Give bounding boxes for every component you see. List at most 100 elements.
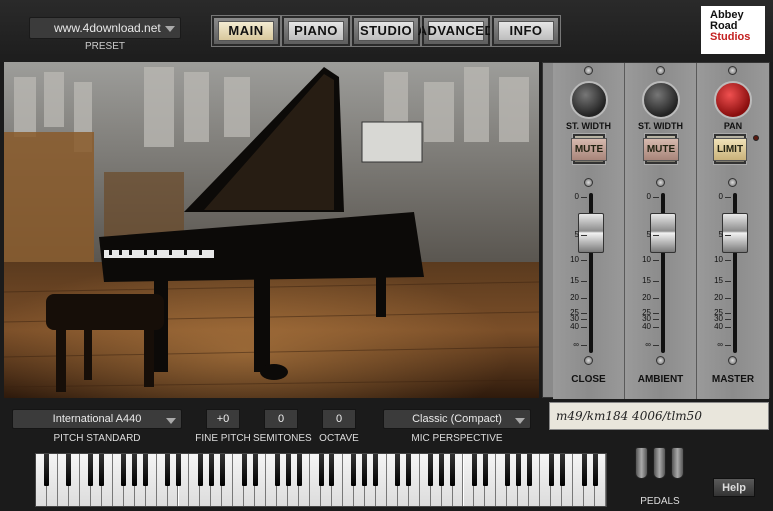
fader-scale-tick bbox=[653, 345, 659, 346]
fader-scale-tick bbox=[725, 345, 731, 346]
fader-scale-label: 40 bbox=[714, 322, 723, 331]
soft-pedal-icon[interactable] bbox=[635, 447, 648, 479]
fader-scale-tick bbox=[581, 298, 587, 299]
fader-close[interactable] bbox=[578, 213, 604, 253]
tab-studio-label: STUDIO bbox=[357, 20, 415, 42]
black-key[interactable] bbox=[351, 454, 357, 486]
black-key[interactable] bbox=[482, 454, 488, 486]
tab-piano[interactable]: PIANO bbox=[281, 15, 351, 47]
black-key[interactable] bbox=[285, 454, 291, 486]
preset-value: www.4download.net bbox=[54, 21, 161, 35]
mute-button-label: MUTE bbox=[570, 137, 608, 161]
black-key[interactable] bbox=[44, 454, 50, 486]
black-key[interactable] bbox=[439, 454, 445, 486]
help-button[interactable]: Help bbox=[713, 478, 755, 497]
black-key[interactable] bbox=[252, 454, 258, 486]
fader-scale-tick bbox=[581, 319, 587, 320]
black-key[interactable] bbox=[362, 454, 368, 486]
tab-info[interactable]: INFO bbox=[491, 15, 561, 47]
fine-pitch-field[interactable]: +0 bbox=[206, 409, 240, 429]
stereo-width-knob-close[interactable] bbox=[570, 81, 608, 119]
channel-name-master: MASTER bbox=[711, 374, 755, 385]
black-key[interactable] bbox=[121, 454, 127, 486]
fader-master[interactable] bbox=[722, 213, 748, 253]
black-key[interactable] bbox=[428, 454, 434, 486]
pitch-standard-value: International A440 bbox=[52, 413, 142, 425]
piano-keyboard[interactable] bbox=[35, 453, 607, 507]
screw-icon bbox=[656, 356, 665, 365]
stereo-width-knob-ambient[interactable] bbox=[642, 81, 680, 119]
semitones-field[interactable]: 0 bbox=[264, 409, 298, 429]
tab-advanced[interactable]: ADVANCED bbox=[418, 15, 494, 47]
mixer-panel: ST. WIDTH MUTE CLOSE ST. WIDTH MUTE AMBI… bbox=[542, 62, 770, 399]
black-key[interactable] bbox=[197, 454, 203, 486]
black-key[interactable] bbox=[581, 454, 587, 486]
black-key[interactable] bbox=[515, 454, 521, 486]
black-key[interactable] bbox=[548, 454, 554, 486]
tab-studio[interactable]: STUDIO bbox=[351, 15, 421, 47]
black-key[interactable] bbox=[406, 454, 412, 486]
black-key[interactable] bbox=[373, 454, 379, 486]
sostenuto-pedal-icon[interactable] bbox=[653, 447, 666, 479]
black-key[interactable] bbox=[559, 454, 565, 486]
black-key[interactable] bbox=[592, 454, 598, 486]
black-key[interactable] bbox=[274, 454, 280, 486]
black-key[interactable] bbox=[132, 454, 138, 486]
black-key[interactable] bbox=[395, 454, 401, 486]
fader-scale-label: 15 bbox=[642, 276, 651, 285]
black-key[interactable] bbox=[88, 454, 94, 486]
mic-perspective-label: MIC PERSPECTIVE bbox=[411, 433, 503, 444]
black-key[interactable] bbox=[504, 454, 510, 486]
knob-label: ST. WIDTH bbox=[566, 121, 611, 131]
fader-scale-tick bbox=[581, 197, 587, 198]
black-key[interactable] bbox=[66, 454, 72, 486]
fader-scale-tick bbox=[725, 319, 731, 320]
black-key[interactable] bbox=[318, 454, 324, 486]
black-key[interactable] bbox=[208, 454, 214, 486]
abbey-road-logo: Abbey Road Studios bbox=[701, 6, 765, 54]
sustain-pedal-icon[interactable] bbox=[671, 447, 684, 479]
mute-button-close[interactable]: MUTE bbox=[570, 134, 608, 164]
black-key[interactable] bbox=[450, 454, 456, 486]
preset-dropdown[interactable]: www.4download.net bbox=[29, 17, 181, 39]
screw-icon bbox=[584, 178, 593, 187]
octave-field[interactable]: 0 bbox=[322, 409, 356, 429]
fader-scale-label: 10 bbox=[642, 255, 651, 264]
fader-ambient[interactable] bbox=[650, 213, 676, 253]
fader-scale-tick bbox=[725, 281, 731, 282]
pitch-standard-dropdown[interactable]: International A440 bbox=[12, 409, 182, 429]
fader-scale-tick bbox=[581, 345, 587, 346]
pitch-standard-label: PITCH STANDARD bbox=[53, 433, 141, 444]
channel-name-close: CLOSE bbox=[571, 374, 606, 385]
fader-scale-tick bbox=[725, 298, 731, 299]
fader-scale-tick bbox=[581, 260, 587, 261]
mute-button-ambient[interactable]: MUTE bbox=[642, 134, 680, 164]
fader-scale-tick bbox=[725, 197, 731, 198]
black-key[interactable] bbox=[329, 454, 335, 486]
black-key[interactable] bbox=[241, 454, 247, 486]
limit-button-label: LIMIT bbox=[712, 137, 748, 161]
screw-icon bbox=[584, 66, 593, 75]
black-key[interactable] bbox=[296, 454, 302, 486]
fader-scale-label: 10 bbox=[714, 255, 723, 264]
fader-scale-label: ∞ bbox=[573, 340, 579, 349]
mic-perspective-dropdown[interactable]: Classic (Compact) bbox=[383, 409, 531, 429]
fader-scale-tick bbox=[653, 281, 659, 282]
fader-scale-label: 0 bbox=[646, 192, 651, 201]
black-key[interactable] bbox=[219, 454, 225, 486]
preset-label: PRESET bbox=[84, 41, 125, 52]
limit-button[interactable]: LIMIT bbox=[712, 134, 748, 164]
screw-icon bbox=[728, 356, 737, 365]
screw-icon bbox=[584, 356, 593, 365]
black-key[interactable] bbox=[143, 454, 149, 486]
black-key[interactable] bbox=[165, 454, 171, 486]
tab-main[interactable]: MAIN bbox=[211, 15, 281, 47]
pan-knob[interactable] bbox=[714, 81, 752, 119]
black-key[interactable] bbox=[99, 454, 105, 486]
black-key[interactable] bbox=[471, 454, 477, 486]
knob-label: PAN bbox=[723, 121, 743, 131]
studio-scene-illustration bbox=[4, 62, 539, 398]
tab-info-label: INFO bbox=[497, 20, 555, 42]
black-key[interactable] bbox=[526, 454, 532, 486]
black-key[interactable] bbox=[176, 454, 181, 486]
